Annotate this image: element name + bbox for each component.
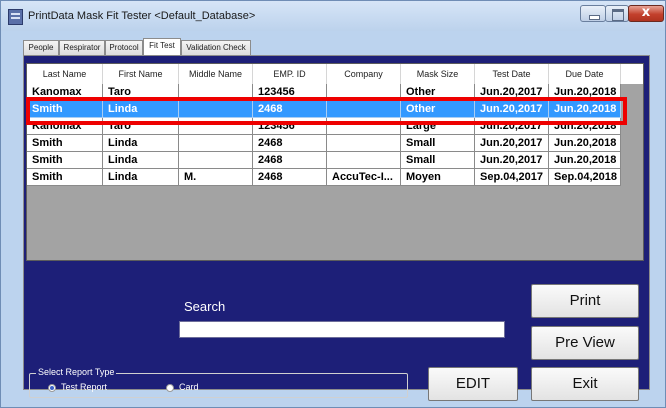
cell-middle-name: M. [179,169,253,186]
cell-first-name: Linda [103,152,179,169]
cell-first-name: Linda [103,169,179,186]
cell-middle-name [179,152,253,169]
app-icon [8,9,23,25]
cell-mask-size: Moyen [401,169,475,186]
tab-validation-check[interactable]: Validation Check [181,40,251,55]
column-header[interactable]: Due Date [549,64,621,84]
cell-due-date: Jun.20,2018 [549,135,621,152]
preview-button[interactable]: Pre View [531,326,639,360]
cell-middle-name [179,135,253,152]
edit-button[interactable]: EDIT [428,367,518,401]
cell-company: AccuTec-I... [327,169,401,186]
test-report-radio[interactable] [48,384,56,392]
table-row[interactable]: Smith Linda 2468 Small Jun.20,2017 Jun.2… [27,152,621,169]
fit-test-table: Last Name First Name Middle Name EMP. ID… [26,63,644,261]
report-type-legend: Select Report Type [36,367,117,377]
tab-fit-test[interactable]: Fit Test [143,38,181,55]
cell-mask-size: Small [401,152,475,169]
app-window: PrintData Mask Fit Tester <Default_Datab… [0,0,666,408]
card-radio[interactable] [166,384,174,392]
cell-first-name: Linda [103,135,179,152]
column-header[interactable]: Company [327,64,401,84]
cell-emp-id: 2468 [253,169,327,186]
cell-company [327,135,401,152]
window-title: PrintData Mask Fit Tester <Default_Datab… [28,10,256,22]
cell-last-name: Smith [27,152,103,169]
cell-last-name: Smith [27,169,103,186]
tab-respirator[interactable]: Respirator [59,40,105,55]
table-row[interactable]: Smith Linda M. 2468 AccuTec-I... Moyen S… [27,169,621,186]
cell-due-date: Sep.04,2018 [549,169,621,186]
test-report-label[interactable]: Test Report [61,382,107,392]
selection-highlight-box [26,97,627,125]
tab-protocol[interactable]: Protocol [105,40,143,55]
column-header[interactable]: Mask Size [401,64,475,84]
table-row[interactable]: Smith Linda 2468 Small Jun.20,2017 Jun.2… [27,135,621,152]
column-header[interactable]: EMP. ID [253,64,327,84]
maximize-icon[interactable] [605,5,629,22]
cell-test-date: Jun.20,2017 [475,152,549,169]
title-bar: PrintData Mask Fit Tester <Default_Datab… [1,1,665,31]
cell-test-date: Jun.20,2017 [475,135,549,152]
column-header[interactable]: First Name [103,64,179,84]
cell-emp-id: 2468 [253,135,327,152]
cell-due-date: Jun.20,2018 [549,152,621,169]
card-label[interactable]: Card [179,382,199,392]
cell-test-date: Sep.04,2017 [475,169,549,186]
cell-emp-id: 2468 [253,152,327,169]
table-header: Last Name First Name Middle Name EMP. ID… [27,64,643,84]
search-label: Search [184,299,226,314]
print-button[interactable]: Print [531,284,639,318]
column-header[interactable]: Last Name [27,64,103,84]
tab-people[interactable]: People [23,40,59,55]
cell-last-name: Smith [27,135,103,152]
close-icon[interactable] [628,5,664,22]
search-input[interactable] [179,321,505,338]
column-header[interactable]: Test Date [475,64,549,84]
exit-button[interactable]: Exit [531,367,639,401]
cell-company [327,152,401,169]
cell-mask-size: Small [401,135,475,152]
minimize-icon[interactable] [580,5,606,22]
column-header[interactable]: Middle Name [179,64,253,84]
